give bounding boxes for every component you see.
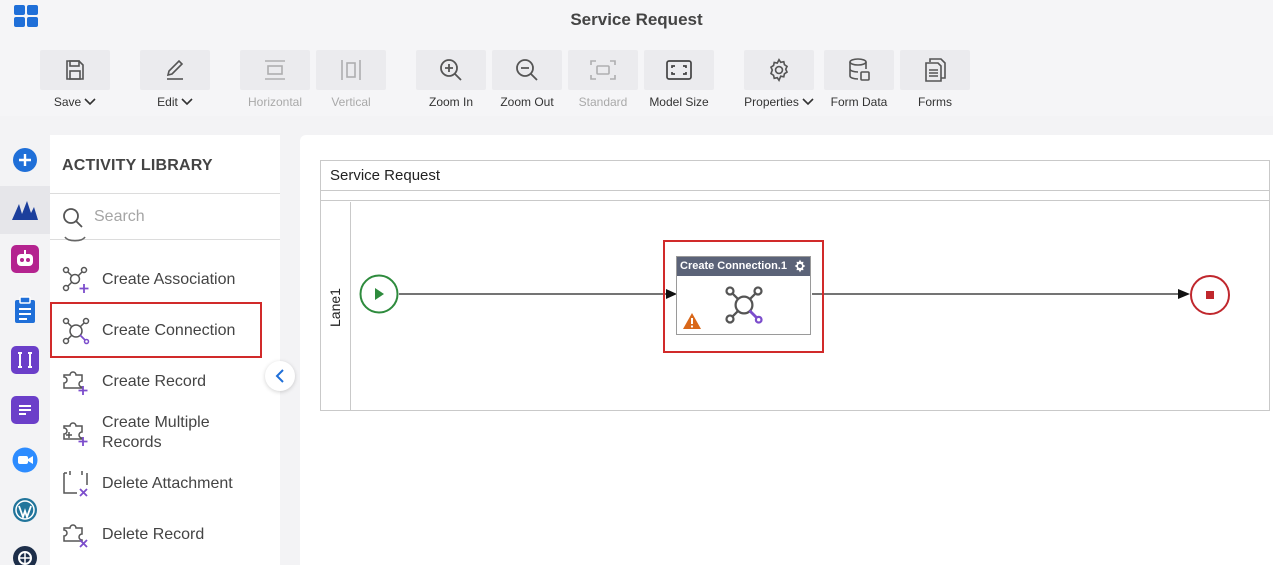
zoom-in-icon	[440, 59, 462, 81]
clipboard-icon[interactable]	[11, 296, 39, 324]
end-event[interactable]	[1189, 274, 1231, 316]
zoom-in-label: Zoom In	[428, 95, 473, 109]
gear-icon	[769, 58, 789, 82]
start-event[interactable]	[359, 274, 399, 314]
save-button[interactable]: Save	[40, 50, 110, 109]
app-rail	[0, 135, 50, 565]
library-item-label: Create Record	[102, 373, 207, 390]
properties-button[interactable]: Properties	[744, 50, 814, 109]
model-size-label: Model Size	[649, 95, 709, 109]
edit-label: Edit	[157, 95, 178, 109]
library-item-delete-record[interactable]: Delete Record	[50, 510, 280, 560]
edit-icon	[166, 59, 184, 80]
create-association-icon	[62, 266, 89, 293]
delete-record-icon	[63, 524, 88, 548]
zoom-in-button[interactable]: Zoom In	[416, 50, 486, 109]
dynamics-icon[interactable]	[11, 196, 39, 224]
standard-button[interactable]: Standard	[568, 50, 638, 109]
library-item-label: Create Association	[102, 271, 236, 288]
horizontal-button[interactable]: Horizontal	[240, 50, 310, 109]
library-item-label: Delete Record	[102, 526, 205, 543]
stop-icon	[1206, 291, 1214, 299]
vertical-label: Vertical	[331, 95, 371, 109]
top-bar: Service Request	[0, 0, 1273, 40]
chevron-down-icon	[181, 98, 193, 106]
library-item-create-record[interactable]: Create Record	[50, 357, 280, 407]
form-data-label: Form Data	[830, 95, 888, 109]
library-item-label: Delete Attachment	[102, 475, 233, 492]
save-label: Save	[53, 95, 82, 109]
library-item-delete-attachment[interactable]: Delete Attachment	[50, 459, 280, 509]
library-item-create-multiple-records[interactable]: Create Multiple Records	[50, 408, 280, 458]
edit-button[interactable]: Edit	[140, 50, 210, 109]
standard-icon	[590, 60, 616, 80]
forms-label: Forms	[918, 95, 952, 109]
vertical-button[interactable]: Vertical	[316, 50, 386, 109]
chevron-down-icon	[802, 98, 814, 106]
horizontal-icon	[265, 60, 285, 80]
library-item-create-association[interactable]: Create Association	[50, 255, 280, 305]
library-search	[50, 194, 280, 240]
zoom-out-label: Zoom Out	[500, 95, 554, 109]
create-record-icon	[63, 371, 88, 395]
wordpress-icon[interactable]	[11, 496, 39, 524]
library-title: ACTIVITY LIBRARY	[62, 157, 213, 174]
save-icon	[66, 60, 84, 80]
search-input[interactable]	[94, 206, 264, 228]
scrolled-item-icon	[64, 236, 86, 242]
zoom-out-button[interactable]: Zoom Out	[492, 50, 562, 109]
vertical-icon	[341, 60, 361, 80]
properties-label: Properties	[744, 95, 799, 109]
globe-icon[interactable]	[11, 544, 39, 565]
chevron-down-icon	[84, 98, 96, 106]
add-icon[interactable]	[11, 146, 39, 174]
delete-attachment-icon	[63, 471, 88, 497]
library-selection-highlight	[50, 302, 262, 358]
forms-icon	[925, 58, 946, 82]
database-icon	[849, 58, 870, 81]
search-icon	[63, 208, 83, 228]
create-multiple-records-icon	[63, 422, 88, 446]
form-data-button[interactable]: Form Data	[824, 50, 894, 109]
standard-label: Standard	[578, 95, 628, 109]
zoom-out-icon	[516, 59, 538, 81]
chevron-left-icon	[275, 369, 284, 383]
video-icon[interactable]	[11, 446, 39, 474]
toolbar: Save Edit Horizontal Vertical Zoom In Zo…	[0, 40, 1273, 116]
text-icon[interactable]	[11, 346, 39, 374]
model-size-icon	[666, 60, 692, 80]
collapse-panel-button[interactable]	[265, 361, 295, 391]
forms-button[interactable]: Forms	[900, 50, 970, 109]
horizontal-label: Horizontal	[247, 95, 303, 109]
process-canvas[interactable]: Service Request Lane1 Create Connection.…	[300, 135, 1273, 565]
model-size-button[interactable]: Model Size	[644, 50, 714, 109]
bot-icon[interactable]	[11, 245, 39, 273]
activity-selection-highlight	[663, 240, 824, 353]
chat-icon[interactable]	[11, 396, 39, 424]
page-title: Service Request	[570, 10, 703, 29]
library-item-label: Create Multiple Records	[102, 414, 210, 451]
